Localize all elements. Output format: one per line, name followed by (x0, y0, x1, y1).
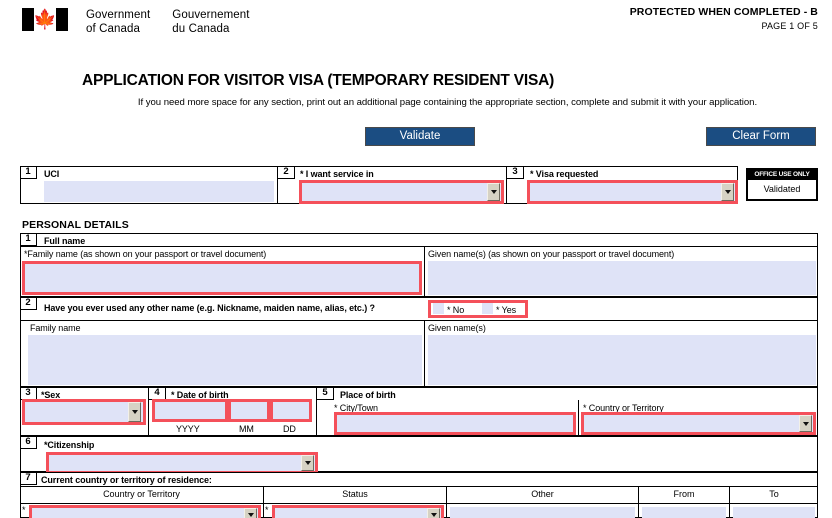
divider-city-country (578, 400, 579, 436)
dob-year-label: YYYY (176, 424, 200, 434)
residence-other-input[interactable] (450, 507, 635, 518)
visa-requested-label: * Visa requested (530, 169, 599, 179)
wordmark-fr-line2: du Canada (172, 23, 230, 35)
sex-chevron-down-icon[interactable] (128, 402, 141, 422)
visa-application-form-page: 🍁 Government of Canada Gouvernement du C… (0, 0, 832, 518)
citizenship-chevron-down-icon[interactable] (301, 455, 314, 471)
field-number-other-name: 2 (20, 297, 37, 310)
residence-country-required-star: * (22, 505, 26, 515)
other-name-question: Have you ever used any other name (e.g. … (44, 303, 375, 313)
service-in-select[interactable] (299, 180, 504, 204)
office-use-only-header: OFFICE USE ONLY (748, 170, 816, 180)
field-number-residence: 7 (20, 472, 37, 485)
dob-day-label: DD (283, 424, 296, 434)
field-number-place-of-birth: 5 (317, 387, 334, 400)
residence-status-chevron-down-icon[interactable] (427, 508, 440, 518)
visa-requested-select[interactable] (527, 180, 738, 204)
other-name-no-label: * No (447, 305, 465, 315)
residence-column-from: From (673, 489, 695, 499)
page-title: APPLICATION FOR VISITOR VISA (TEMPORARY … (82, 72, 555, 89)
wordmark-en-line1: Government (86, 9, 151, 21)
other-name-no-checkbox[interactable] (433, 303, 444, 314)
wordmark-text: Government of Canada Gouvernement du Can… (86, 8, 250, 36)
government-of-canada-wordmark: 🍁 Government of Canada Gouvernement du C… (22, 8, 250, 36)
residence-status-required-star: * (265, 505, 269, 515)
place-of-birth-label: Place of birth (340, 390, 396, 400)
office-use-validated-status: Validated (763, 184, 801, 194)
page-number-label: PAGE 1 OF 5 (761, 21, 818, 31)
service-in-chevron-down-icon[interactable] (487, 183, 500, 201)
uci-input[interactable] (44, 181, 274, 202)
other-family-name-input[interactable] (28, 335, 422, 385)
other-name-yes-checkbox[interactable] (482, 303, 493, 314)
canada-flag-icon: 🍁 (22, 8, 68, 31)
residence-country-chevron-down-icon[interactable] (244, 508, 257, 518)
other-given-name-label: Given name(s) (428, 323, 486, 333)
field-number-uci: 1 (20, 166, 37, 179)
wordmark-fr-line1: Gouvernement (172, 9, 250, 21)
full-name-divider (20, 246, 818, 247)
citizenship-label: *Citizenship (44, 440, 95, 450)
given-name-input[interactable] (428, 261, 816, 295)
residence-column-status: Status (342, 489, 368, 499)
family-name-label: *Family name (as shown on your passport … (24, 249, 267, 259)
other-given-name-input[interactable] (428, 335, 816, 385)
residence-column-divider (20, 503, 818, 504)
birth-city-input[interactable] (334, 412, 576, 435)
validate-button[interactable]: Validate (365, 127, 475, 146)
residence-from-input[interactable] (642, 507, 726, 518)
other-name-yes-label: * Yes (496, 305, 517, 315)
field-number-citizenship: 6 (20, 436, 37, 449)
residence-column-country: Country or Territory (103, 489, 180, 499)
page-header: 🍁 Government of Canada Gouvernement du C… (0, 0, 832, 62)
residence-country-select[interactable] (29, 505, 261, 518)
residence-header-divider (20, 486, 818, 487)
field-number-service-in: 2 (278, 166, 295, 179)
maple-leaf-icon: 🍁 (33, 9, 57, 30)
uci-label: UCI (44, 169, 60, 179)
protected-label: PROTECTED WHEN COMPLETED - B (629, 6, 818, 18)
personal-details-heading: PERSONAL DETAILS (22, 219, 129, 231)
clear-form-button[interactable]: Clear Form (706, 127, 816, 146)
family-name-input[interactable] (22, 261, 422, 295)
residence-column-other: Other (531, 489, 554, 499)
divider-family-given (424, 246, 425, 297)
given-name-label: Given name(s) (as shown on your passport… (428, 249, 675, 259)
protected-marking: PROTECTED WHEN COMPLETED - B PAGE 1 OF 5 (630, 6, 818, 31)
page-subtitle: If you need more space for any section, … (137, 97, 758, 108)
citizenship-select[interactable] (46, 452, 318, 474)
dob-month-input[interactable] (228, 399, 270, 422)
office-use-only-box: OFFICE USE ONLY Validated (746, 168, 818, 201)
wordmark-french: Gouvernement du Canada (172, 8, 249, 36)
field-number-full-name: 1 (20, 233, 37, 246)
dob-year-input[interactable] (152, 399, 228, 422)
dob-day-input[interactable] (270, 399, 312, 422)
residence-column-to: To (769, 489, 779, 499)
divider-other-family-given (424, 320, 425, 387)
birth-country-select[interactable] (581, 412, 816, 435)
other-family-name-label: Family name (30, 323, 81, 333)
residence-status-select[interactable] (272, 505, 444, 518)
visa-requested-chevron-down-icon[interactable] (721, 183, 734, 201)
service-in-label: * I want service in (300, 169, 374, 179)
other-name-divider (20, 320, 818, 321)
residence-to-input[interactable] (733, 507, 815, 518)
full-name-label: Full name (44, 236, 86, 246)
residence-label: Current country or territory of residenc… (41, 475, 212, 485)
field-number-visa-requested: 3 (507, 166, 524, 179)
birth-country-chevron-down-icon[interactable] (799, 415, 812, 432)
dob-month-label: MM (239, 424, 254, 434)
wordmark-en-line2: of Canada (86, 23, 140, 35)
wordmark-english: Government of Canada (86, 8, 150, 36)
